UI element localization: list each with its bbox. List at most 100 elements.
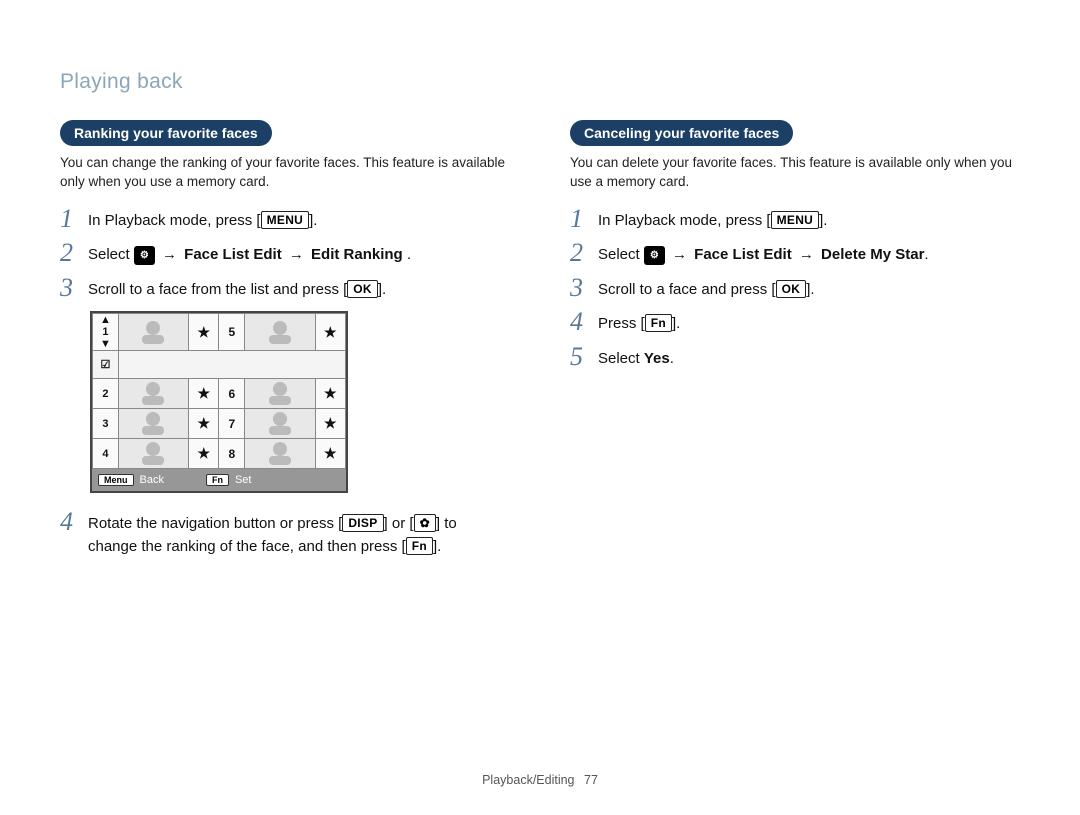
text: Scroll to a face and press [	[598, 281, 776, 298]
canceling-steps: 1 In Playback mode, press [MENU]. 2 Sele…	[570, 208, 1020, 371]
ranking-steps-cont: 4 Rotate the navigation button or press …	[60, 511, 510, 558]
ok-button-label: OK	[776, 280, 807, 298]
step-number: 4	[570, 309, 598, 335]
rank-number: 2	[93, 379, 119, 409]
updown-cell: ▲ 1 ▼	[93, 314, 119, 351]
text: Select	[88, 246, 134, 263]
back-label: Back	[140, 474, 164, 486]
step-4: 4 Press [Fn].	[570, 311, 1020, 336]
text: Rotate the navigation button or press [	[88, 515, 342, 532]
step-body: Press [Fn].	[598, 311, 680, 336]
star-icon: ★	[189, 409, 219, 439]
fn-tag: Fn	[206, 474, 229, 486]
step-body: In Playback mode, press [MENU].	[88, 208, 317, 233]
text: ].	[433, 538, 441, 555]
right-column: Canceling your favorite faces You can de…	[570, 120, 1020, 568]
step-number: 1	[570, 206, 598, 232]
step-body: Select ⚙ → Face List Edit → Delete My St…	[598, 242, 929, 267]
step-body: Select ⚙ → Face List Edit → Edit Ranking…	[88, 242, 411, 267]
section-title: Playing back	[60, 70, 1020, 94]
rank-number: 4	[93, 439, 119, 469]
step-number: 1	[60, 206, 88, 232]
fn-button-label: Fn	[406, 537, 433, 555]
bold-text: Yes	[644, 350, 670, 367]
step-5: 5 Select Yes.	[570, 346, 1020, 371]
text: Select	[598, 350, 644, 367]
bold-text: Face List Edit	[184, 246, 282, 263]
star-icon: ★	[189, 379, 219, 409]
star-icon: ★	[315, 409, 345, 439]
step-1: 1 In Playback mode, press [MENU].	[60, 208, 510, 233]
menu-tag: Menu	[98, 474, 134, 486]
set-label: Set	[235, 474, 252, 486]
text: .	[924, 246, 928, 263]
table-row: 3 ★ 7 ★	[93, 409, 346, 439]
bold-text: Edit Ranking	[311, 246, 403, 263]
pill-ranking: Ranking your favorite faces	[60, 120, 272, 146]
check-cell: ☑	[93, 351, 119, 379]
text: ].	[806, 281, 814, 298]
step-number: 4	[60, 509, 88, 535]
text: .	[670, 350, 674, 367]
text: Select	[598, 246, 644, 263]
face-thumbnail	[118, 439, 188, 469]
step-body: Scroll to a face from the list and press…	[88, 277, 386, 302]
star-icon: ★	[189, 314, 219, 351]
face-thumbnail	[118, 314, 188, 351]
star-icon: ★	[315, 314, 345, 351]
ranking-intro: You can change the ranking of your favor…	[60, 154, 510, 192]
rank-number: 5	[219, 314, 245, 351]
text: ].	[378, 281, 386, 298]
rank-number: 3	[93, 409, 119, 439]
step-1: 1 In Playback mode, press [MENU].	[570, 208, 1020, 233]
step-3: 3 Scroll to a face and press [OK].	[570, 277, 1020, 302]
face-grid: ▲ 1 ▼ ★ 5 ★ ☑	[92, 313, 346, 469]
step-3: 3 Scroll to a face from the list and pre…	[60, 277, 510, 302]
text: In Playback mode, press [	[88, 212, 261, 229]
menu-button-label: MENU	[771, 211, 820, 229]
down-arrow-icon: ▼	[93, 338, 118, 350]
table-row: ▲ 1 ▼ ★ 5 ★	[93, 314, 346, 351]
gear-icon: ⚙	[134, 246, 155, 265]
step-number: 5	[570, 344, 598, 370]
step-4: 4 Rotate the navigation button or press …	[60, 511, 510, 558]
text: ].	[309, 212, 317, 229]
rank-number: 8	[219, 439, 245, 469]
step-2: 2 Select ⚙ → Face List Edit → Edit Ranki…	[60, 242, 510, 267]
text: .	[403, 246, 411, 263]
flower-icon: ✿	[414, 514, 436, 532]
text: Press [	[598, 315, 645, 332]
ok-button-label: OK	[347, 280, 378, 298]
menu-button-label: MENU	[261, 211, 310, 229]
face-list-screen: ▲ 1 ▼ ★ 5 ★ ☑	[90, 311, 348, 493]
arrow-icon: →	[155, 246, 184, 263]
step-body: Scroll to a face and press [OK].	[598, 277, 815, 302]
page-footer: Playback/Editing 77	[0, 773, 1080, 787]
arrow-icon: →	[282, 246, 311, 263]
pill-canceling: Canceling your favorite faces	[570, 120, 793, 146]
step-number: 3	[60, 275, 88, 301]
up-arrow-icon: ▲	[93, 314, 118, 326]
step-number: 2	[570, 240, 598, 266]
arrow-icon: →	[665, 246, 694, 263]
ranking-steps: 1 In Playback mode, press [MENU]. 2 Sele…	[60, 208, 510, 302]
rank-number: 7	[219, 409, 245, 439]
rank-number: 6	[219, 379, 245, 409]
step-2: 2 Select ⚙ → Face List Edit → Delete My …	[570, 242, 1020, 267]
face-thumbnail	[118, 409, 188, 439]
table-row: 2 ★ 6 ★	[93, 379, 346, 409]
step-body: Rotate the navigation button or press [D…	[88, 511, 510, 558]
step-number: 2	[60, 240, 88, 266]
table-row: ☑	[93, 351, 346, 379]
disp-button-label: DISP	[342, 514, 383, 532]
footer-text: Playback/Editing	[482, 773, 574, 787]
star-icon: ★	[315, 439, 345, 469]
star-icon: ★	[189, 439, 219, 469]
step-body: Select Yes.	[598, 346, 674, 371]
text: ].	[672, 315, 680, 332]
table-row: 4 ★ 8 ★	[93, 439, 346, 469]
face-thumbnail	[245, 314, 315, 351]
left-column: Ranking your favorite faces You can chan…	[60, 120, 510, 568]
bold-text: Delete My Star	[821, 246, 924, 263]
rank-number: 1	[93, 326, 118, 338]
